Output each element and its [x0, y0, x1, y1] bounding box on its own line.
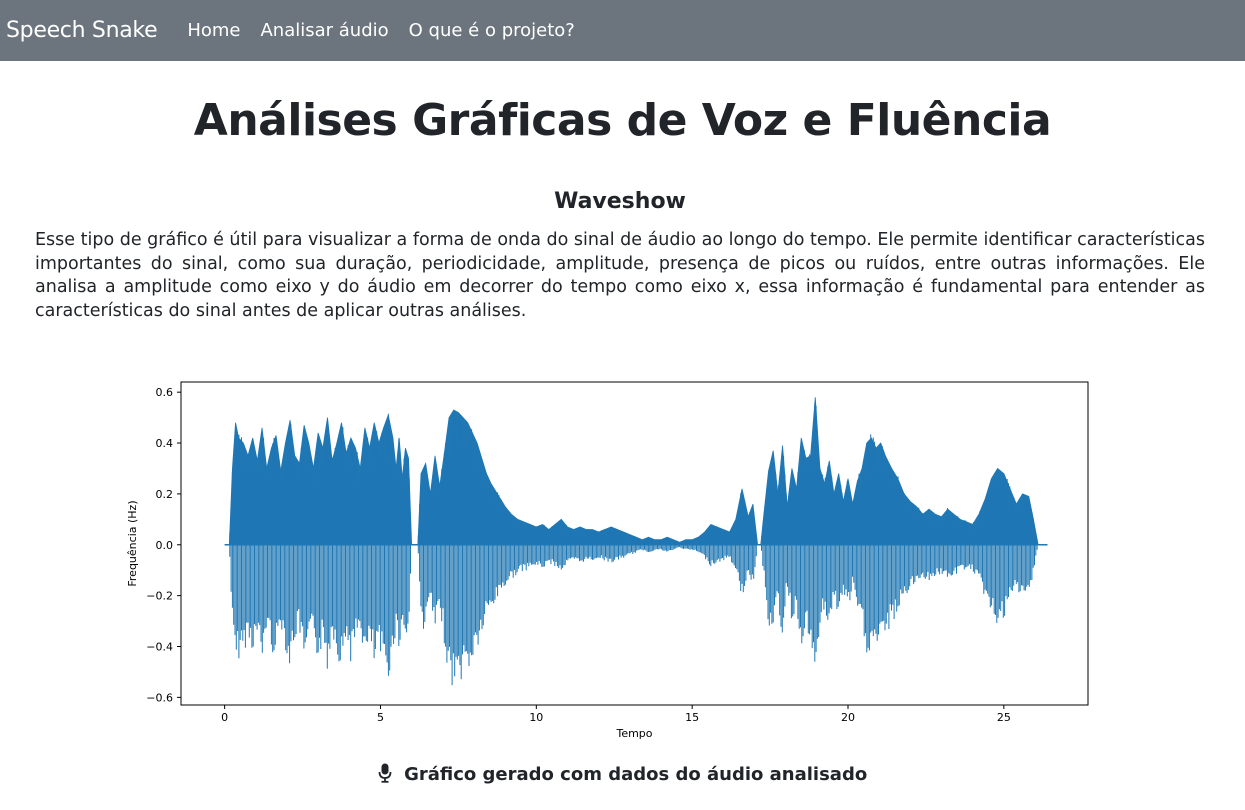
y-axis-ticks: 0.6 0.4 0.2 0.0 −0.2 −0.4 −0.6 — [146, 386, 181, 704]
waveform-envelope — [224, 397, 1039, 546]
y-axis-label: Frequência (Hz) — [126, 500, 139, 586]
nav-link-o-que-e-o-projeto[interactable]: O que é o projeto? — [409, 20, 575, 41]
waveform-series — [224, 397, 1048, 686]
x-axis-ticks: 0 5 10 15 20 25 — [221, 705, 1011, 724]
axes-frame — [180, 381, 1089, 706]
x-tick-label: 15 — [685, 711, 699, 724]
y-tick-label: −0.6 — [146, 691, 173, 704]
waveform-oscillation — [229, 403, 1038, 686]
x-tick-label: 10 — [529, 711, 543, 724]
x-axis-label: Tempo — [615, 727, 652, 740]
page-title: Análises Gráficas de Voz e Fluência — [193, 95, 1052, 146]
y-tick-label: −0.2 — [146, 590, 173, 603]
x-tick-label: 25 — [997, 711, 1011, 724]
brand-link[interactable]: Speech Snake — [6, 18, 158, 43]
x-tick-label: 5 — [377, 711, 384, 724]
nav-link-home[interactable]: Home — [187, 20, 240, 41]
section-description: Esse tipo de gráfico é útil para visuali… — [35, 230, 1206, 321]
x-tick-label: 0 — [221, 711, 228, 724]
chart-caption: Gráfico gerado com dados do áudio analis… — [0, 763, 1245, 785]
navbar: Speech Snake Home Analisar áudio O que é… — [0, 0, 1245, 61]
microphone-icon — [378, 763, 392, 783]
y-tick-label: 0.2 — [156, 488, 174, 501]
x-tick-label: 20 — [841, 711, 855, 724]
nav-link-analisar-audio[interactable]: Analisar áudio — [260, 20, 388, 41]
y-tick-label: 0.0 — [156, 539, 174, 552]
y-tick-label: 0.6 — [156, 386, 174, 399]
section-title: Waveshow — [554, 189, 686, 214]
y-tick-label: −0.4 — [146, 641, 173, 654]
chart-caption-text: Gráfico gerado com dados do áudio analis… — [404, 764, 868, 785]
y-tick-label: 0.4 — [156, 437, 174, 450]
